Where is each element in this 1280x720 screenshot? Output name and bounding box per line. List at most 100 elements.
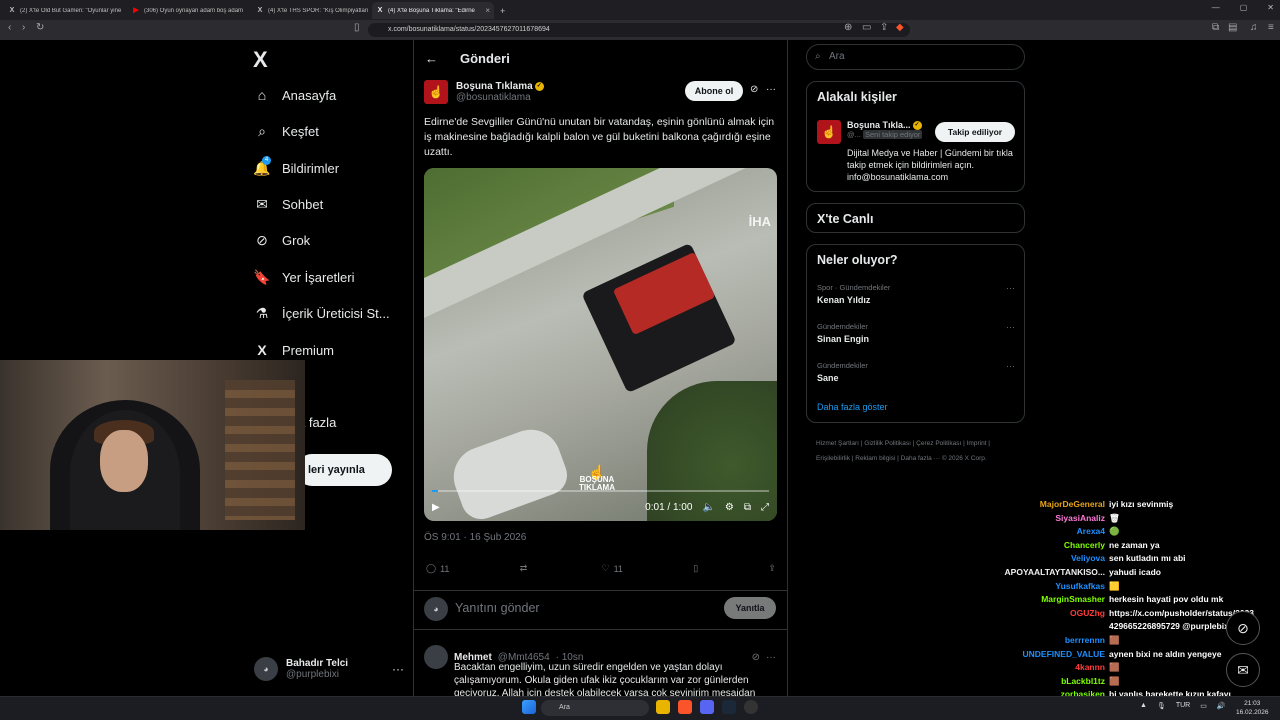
- x-logo-icon[interactable]: X: [253, 47, 268, 73]
- more-icon[interactable]: ···: [766, 84, 776, 95]
- more-icon[interactable]: ···: [1006, 322, 1015, 332]
- avatar[interactable]: [424, 645, 448, 669]
- search-input[interactable]: ⌕ Ara: [806, 44, 1025, 70]
- media-icon[interactable]: ♫: [1250, 22, 1258, 33]
- browser-tab-4-active[interactable]: X (4) X'te Boşuna Tıklama: "Edirne ×: [372, 2, 494, 19]
- chat-username: Veliyova: [1070, 553, 1105, 564]
- network-icon[interactable]: ▭: [1200, 702, 1207, 710]
- menu-icon[interactable]: ≡: [1268, 22, 1274, 33]
- following-button[interactable]: Takip ediliyor: [935, 122, 1015, 142]
- x-live-card[interactable]: X'te Canlı: [806, 203, 1025, 233]
- trend-item[interactable]: Gündemdekiler Sinan Engin ···: [817, 322, 1017, 344]
- chat-message: Yusufkafkas 🟨: [990, 580, 1280, 594]
- obs-icon[interactable]: [744, 700, 758, 714]
- chat-text: herkesin hayati pov oldu mk: [1109, 594, 1224, 605]
- reload-icon[interactable]: ↻: [36, 22, 44, 33]
- back-arrow-icon[interactable]: ←: [425, 51, 438, 66]
- zoom-icon[interactable]: ⊕: [844, 22, 852, 33]
- trend-item[interactable]: Gündemdekiler Sane ···: [817, 361, 1017, 383]
- forward-icon[interactable]: ›: [22, 22, 25, 33]
- more-icon[interactable]: ···: [392, 662, 404, 676]
- minimize-icon[interactable]: —: [1212, 3, 1220, 12]
- language-indicator[interactable]: TUR: [1176, 702, 1190, 710]
- nav-messages[interactable]: ✉ Sohbet: [254, 192, 323, 216]
- play-icon[interactable]: ▶: [432, 502, 440, 513]
- reply-action[interactable]: ◯ 11: [426, 563, 449, 574]
- more-icon[interactable]: ···: [1006, 283, 1015, 293]
- cast-icon[interactable]: ▭: [862, 22, 871, 33]
- close-window-icon[interactable]: ✕: [1267, 3, 1274, 12]
- video-player[interactable]: İHA ☝ BOŞUNA TIKLAMA ▶ 0:01 / 1:00 🔈 ⚙ ⧉ ⤢: [424, 168, 777, 521]
- browser-tab-3[interactable]: X (4) X'te THS SPOR: "Kış Olimpiyatları: [252, 2, 374, 19]
- url-bar[interactable]: x.com/bosunatiklama/status/2023457627011…: [368, 23, 910, 37]
- extensions-icon[interactable]: ⧉: [1212, 22, 1219, 33]
- file-explorer-icon[interactable]: [656, 700, 670, 714]
- nav-notifications[interactable]: 🔔 4 Bildirimler: [253, 156, 339, 180]
- browser-tab-2[interactable]: ▶ (306) Oyun oynayan adam boş adam: [128, 2, 250, 19]
- grok-icon[interactable]: ⊘: [1226, 611, 1260, 645]
- post-timestamp[interactable]: ÖS 9:01 · 16 Şub 2026: [424, 532, 526, 543]
- share-action[interactable]: ⇪: [768, 563, 776, 574]
- more-icon[interactable]: ···: [766, 652, 776, 663]
- settings-icon[interactable]: ⚙: [725, 502, 734, 513]
- nav-label: Sohbet: [282, 196, 324, 212]
- volume-icon[interactable]: 🔈: [702, 502, 714, 513]
- show-more-link[interactable]: Daha fazla göster: [817, 402, 888, 412]
- nav-bookmarks[interactable]: 🔖 Yer İşaretleri: [253, 265, 354, 289]
- author-handle[interactable]: @bosunatiklama: [456, 92, 544, 103]
- bell-icon: 🔔 4: [253, 156, 271, 176]
- nav-explore[interactable]: ⌕ Keşfet: [254, 119, 319, 143]
- clock[interactable]: 21:03 16.02.2026: [1236, 699, 1269, 717]
- volume-icon[interactable]: 🔊: [1217, 702, 1226, 710]
- maximize-icon[interactable]: ▢: [1240, 3, 1248, 12]
- brave-icon[interactable]: [678, 700, 692, 714]
- nav-home[interactable]: ⌂ Anasayfa: [254, 83, 336, 107]
- steam-icon[interactable]: [722, 700, 736, 714]
- reply-input[interactable]: Yanıtını gönder: [455, 601, 540, 615]
- chat-text: yahudi icado: [1109, 566, 1161, 577]
- pip-icon[interactable]: ⧉: [744, 502, 751, 513]
- bookmark-icon: 🔖: [253, 268, 271, 285]
- more-icon[interactable]: ···: [1006, 361, 1015, 371]
- heart-icon: ♡: [601, 563, 610, 573]
- close-tab-icon[interactable]: ×: [485, 6, 490, 15]
- post-text: Edirne'de Sevgililer Günü'nü unutan bir …: [424, 116, 775, 158]
- mic-icon[interactable]: 🎙: [1157, 702, 1166, 710]
- chat-username: UNDEFINED_VALUE: [1022, 648, 1106, 659]
- fullscreen-icon[interactable]: ⤢: [761, 502, 769, 513]
- account-switcher[interactable]: ◕ Bahadır Telci @purplebixi ···: [254, 654, 404, 684]
- subscribe-button[interactable]: Abone ol: [685, 81, 743, 101]
- new-tab-button[interactable]: +: [496, 2, 510, 19]
- nav-premium[interactable]: X Premium: [254, 338, 334, 362]
- browser-tab-1[interactable]: X (2) X'te Old But Gamen: "Oyunlar yine: [4, 2, 126, 19]
- grok-icon[interactable]: ⊘: [750, 84, 758, 95]
- repost-action[interactable]: ⇄: [520, 563, 532, 574]
- post-button[interactable]: leri yayınla: [296, 454, 392, 486]
- mail-icon: ✉: [256, 195, 268, 212]
- reply-button[interactable]: Yanıtla: [724, 597, 776, 619]
- nav-creator-studio[interactable]: ⚗ İçerik Üreticisi St...: [254, 301, 390, 325]
- tray-chevron-icon[interactable]: ▲: [1140, 702, 1147, 710]
- grok-icon[interactable]: ⊘: [752, 652, 760, 663]
- video-progress-bar[interactable]: [432, 490, 769, 492]
- author-avatar[interactable]: ☝: [424, 80, 448, 104]
- sidebar-icon[interactable]: ▤: [1228, 22, 1237, 33]
- nav-grok[interactable]: ⊘ Grok: [254, 228, 310, 252]
- author-name[interactable]: Boşuna Tıklama ✓: [456, 81, 544, 92]
- messages-drawer-icon[interactable]: ✉: [1226, 653, 1260, 687]
- windows-start-icon[interactable]: [522, 700, 536, 714]
- trend-item[interactable]: Spor · Gündemdekiler Kenan Yıldız ···: [817, 283, 1017, 305]
- brave-shield-icon[interactable]: ◆: [896, 22, 904, 33]
- share-icon[interactable]: ⇪: [880, 22, 888, 33]
- grok-icon: ⊘: [256, 231, 268, 248]
- x-logo-icon: X: [9, 6, 15, 14]
- taskbar-search[interactable]: Ara: [541, 700, 649, 716]
- youtube-icon: ▶: [133, 6, 139, 14]
- chat-username: APOYAALTAYTANKISO...: [1004, 566, 1105, 577]
- bookmark-action[interactable]: ▯: [693, 563, 698, 574]
- sidebar-footer[interactable]: Hizmet Şartları | Gizlilik Politikası | …: [816, 436, 1021, 466]
- discord-icon[interactable]: [700, 700, 714, 714]
- back-icon[interactable]: ‹: [8, 22, 11, 33]
- like-action[interactable]: ♡ 11: [602, 563, 623, 574]
- bookmark-icon[interactable]: ▯: [354, 22, 360, 33]
